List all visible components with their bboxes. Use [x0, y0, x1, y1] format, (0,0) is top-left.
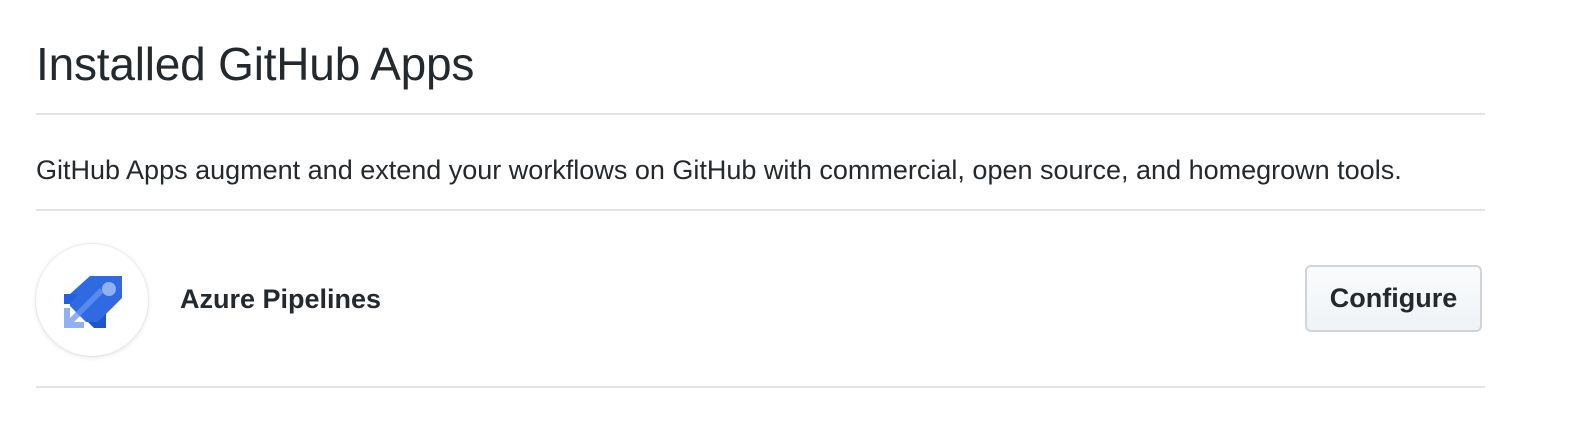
app-avatar [36, 244, 148, 356]
app-name[interactable]: Azure Pipelines [180, 284, 381, 315]
installed-apps-section: Installed GitHub Apps GitHub Apps augmen… [36, 0, 1485, 388]
azure-pipelines-icon [64, 276, 122, 328]
page-description: GitHub Apps augment and extend your work… [36, 155, 1402, 185]
page-title: Installed GitHub Apps [36, 38, 475, 90]
configure-button[interactable]: Configure [1305, 265, 1482, 332]
app-row-divider [36, 386, 1485, 388]
app-row: Azure Pipelines Configure [36, 211, 1485, 386]
